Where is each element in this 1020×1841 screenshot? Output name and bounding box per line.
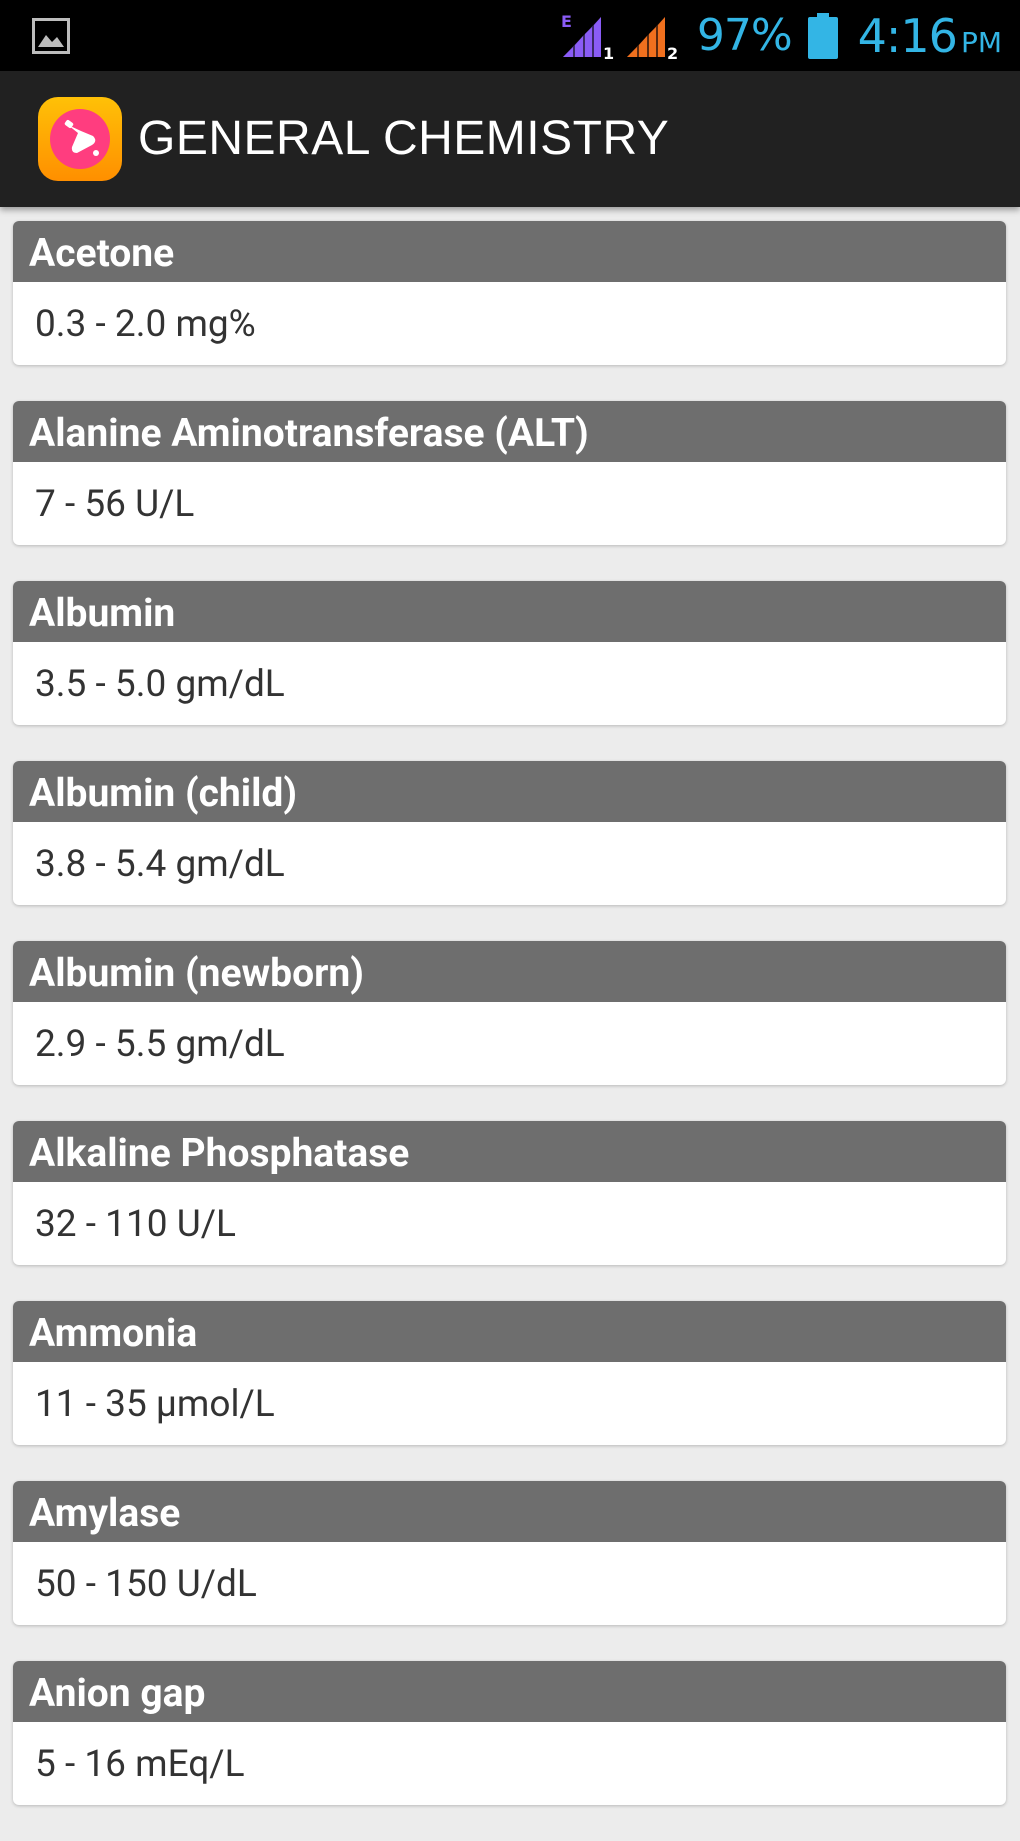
item-name: Alanine Aminotransferase (ALT) bbox=[13, 401, 1006, 462]
item-range: 2.9 - 5.5 gm/dL bbox=[35, 1023, 285, 1066]
signal-sim2-icon: 2 bbox=[626, 16, 678, 61]
item-range: 7 - 56 U/L bbox=[35, 483, 195, 526]
list-item[interactable]: Albumin (newborn) 2.9 - 5.5 gm/dL bbox=[13, 941, 1006, 1085]
item-name: Albumin bbox=[13, 581, 1006, 642]
page-title: GENERAL CHEMISTRY bbox=[138, 112, 670, 165]
list-item[interactable]: Ammonia 11 - 35 µmol/L bbox=[13, 1301, 1006, 1445]
status-icons: E 1 2 97% 4:16 PM bbox=[561, 0, 1002, 71]
list-item[interactable]: Alanine Aminotransferase (ALT) 7 - 56 U/… bbox=[13, 401, 1006, 545]
list-item[interactable]: Anion gap 5 - 16 mEq/L bbox=[13, 1661, 1006, 1805]
item-range: 3.5 - 5.0 gm/dL bbox=[35, 663, 285, 706]
status-bar: E 1 2 97% 4:16 PM bbox=[0, 0, 1020, 71]
item-range: 50 - 150 U/dL bbox=[35, 1563, 257, 1606]
item-name: Albumin (child) bbox=[13, 761, 1006, 822]
flask-icon[interactable] bbox=[38, 97, 122, 181]
item-name: Acetone bbox=[13, 221, 1006, 282]
item-name: Amylase bbox=[13, 1481, 1006, 1542]
item-range: 11 - 35 µmol/L bbox=[35, 1383, 275, 1426]
action-bar: GENERAL CHEMISTRY bbox=[0, 71, 1020, 207]
item-name: Ammonia bbox=[13, 1301, 1006, 1362]
signal-sim1-icon: E 1 bbox=[561, 12, 614, 61]
item-range: 3.8 - 5.4 gm/dL bbox=[35, 843, 285, 886]
clock-time: 4:16 bbox=[857, 8, 958, 63]
sim1-label: 1 bbox=[603, 44, 614, 61]
list-item[interactable]: Albumin (child) 3.8 - 5.4 gm/dL bbox=[13, 761, 1006, 905]
item-range: 32 - 110 U/L bbox=[35, 1203, 236, 1246]
battery-icon bbox=[807, 12, 838, 59]
item-name: Anion gap bbox=[13, 1661, 1006, 1722]
network-type-label: E bbox=[561, 12, 572, 31]
clock-ampm: PM bbox=[960, 26, 1002, 59]
list-item[interactable]: Amylase 50 - 150 U/dL bbox=[13, 1481, 1006, 1625]
item-range: 0.3 - 2.0 mg% bbox=[35, 303, 256, 346]
sim2-label: 2 bbox=[667, 44, 678, 61]
image-icon bbox=[32, 18, 70, 54]
list-item[interactable]: Alkaline Phosphatase 32 - 110 U/L bbox=[13, 1121, 1006, 1265]
item-name: Alkaline Phosphatase bbox=[13, 1121, 1006, 1182]
battery-percent: 97% bbox=[696, 10, 793, 61]
reference-list[interactable]: Acetone 0.3 - 2.0 mg% Alanine Aminotrans… bbox=[13, 221, 1006, 1841]
list-item[interactable]: Acetone 0.3 - 2.0 mg% bbox=[13, 221, 1006, 365]
item-name: Albumin (newborn) bbox=[13, 941, 1006, 1002]
list-item[interactable]: Albumin 3.5 - 5.0 gm/dL bbox=[13, 581, 1006, 725]
item-range: 5 - 16 mEq/L bbox=[35, 1743, 245, 1786]
